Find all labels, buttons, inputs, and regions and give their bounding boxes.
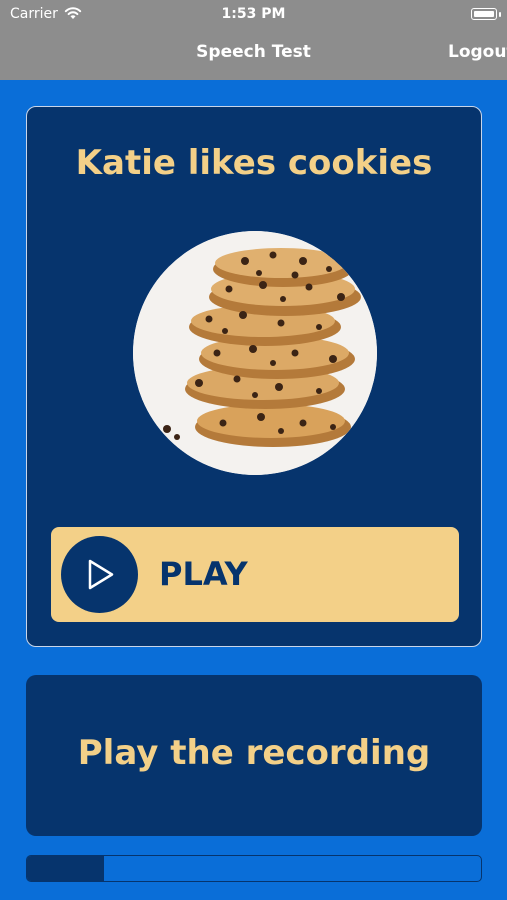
logout-button[interactable]: Logout [448,42,507,62]
play-icon [88,559,114,590]
status-bar: Carrier 1:53 PM [0,0,507,28]
battery-icon [471,8,501,20]
nav-title: Speech Test [196,42,311,62]
play-label: PLAY [159,555,248,593]
prompt-card: Katie likes cookies PLAY [26,106,482,647]
prompt-sentence: Katie likes cookies [75,143,433,183]
cookie-image [133,231,377,475]
progress-fill [27,856,105,881]
clock: 1:53 PM [221,6,286,22]
play-recording-label: Play the recording [77,733,431,773]
play-button[interactable]: PLAY [51,527,459,622]
cookie-stack-icon [133,231,377,475]
progress-bar [26,855,482,882]
navigation-bar: Carrier 1:53 PM Speech Test Logout [0,0,507,80]
play-icon-circle [61,536,138,613]
play-recording-button[interactable]: Play the recording [26,675,482,836]
